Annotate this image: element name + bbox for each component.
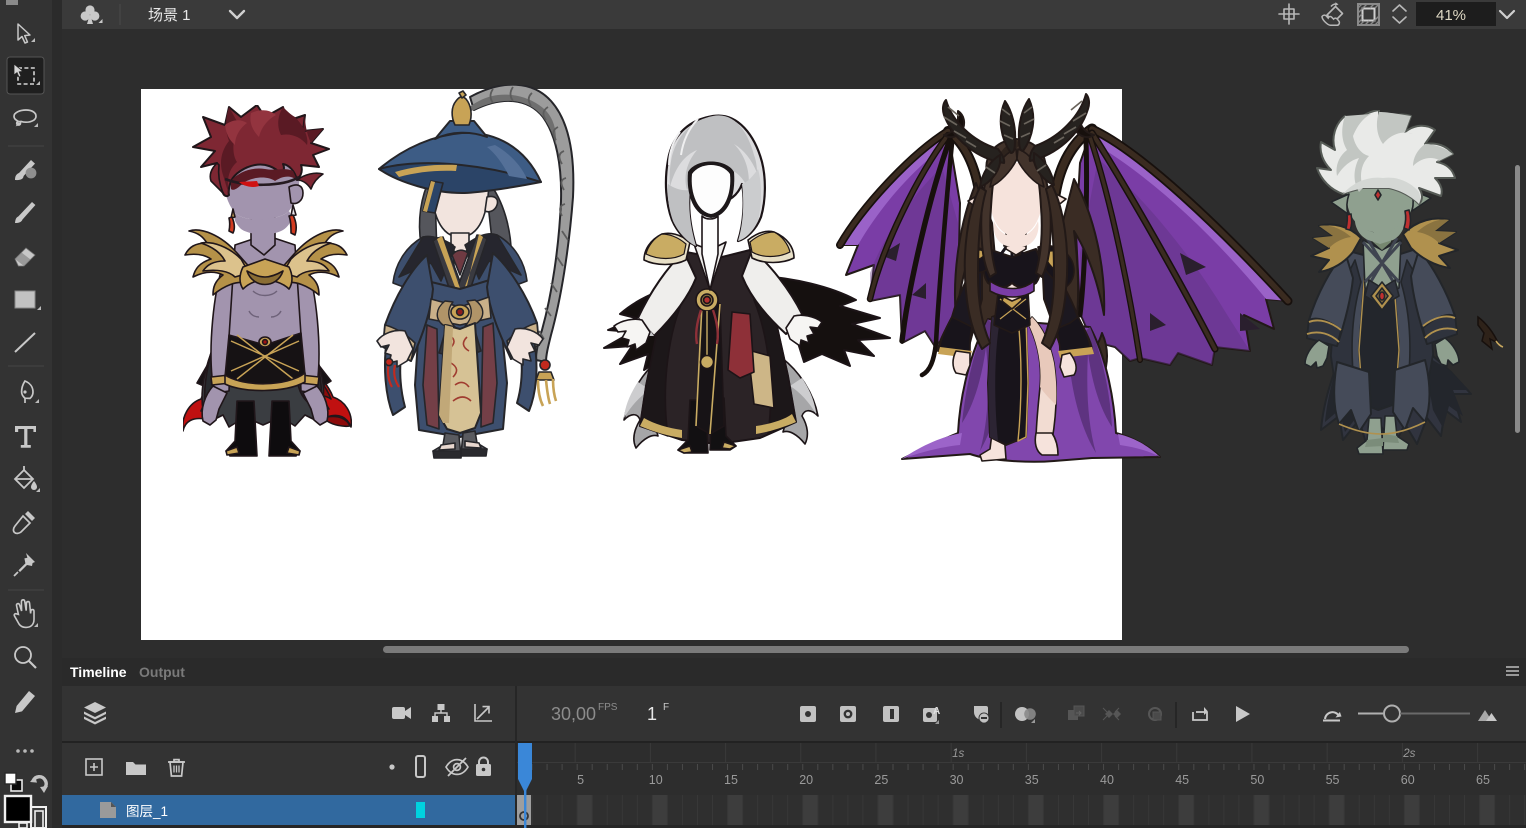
svg-text:F: F <box>663 702 669 713</box>
svg-text:1s: 1s <box>952 748 964 760</box>
svg-text:65: 65 <box>1476 773 1490 787</box>
svg-text:5: 5 <box>577 773 584 787</box>
svg-text:45: 45 <box>1175 773 1189 787</box>
svg-text:41%: 41% <box>1436 7 1466 24</box>
svg-text:25: 25 <box>874 773 888 787</box>
svg-text:55: 55 <box>1326 773 1340 787</box>
svg-text:50: 50 <box>1250 773 1264 787</box>
svg-text:FPS: FPS <box>598 702 618 713</box>
svg-text:A: A <box>933 706 940 717</box>
svg-text:Output: Output <box>139 664 185 680</box>
svg-text:场景 1: 场景 1 <box>148 7 191 24</box>
svg-text:Timeline: Timeline <box>70 664 127 680</box>
svg-text:60: 60 <box>1401 773 1415 787</box>
svg-text:15: 15 <box>724 773 738 787</box>
svg-text:40: 40 <box>1100 773 1114 787</box>
svg-text:图层_1: 图层_1 <box>126 804 168 819</box>
svg-text:35: 35 <box>1025 773 1039 787</box>
svg-text:30: 30 <box>950 773 964 787</box>
svg-text:30,00: 30,00 <box>551 704 596 724</box>
svg-text:1: 1 <box>647 704 657 724</box>
svg-text:20: 20 <box>799 773 813 787</box>
svg-text:2s: 2s <box>1402 748 1415 760</box>
svg-text:10: 10 <box>649 773 663 787</box>
